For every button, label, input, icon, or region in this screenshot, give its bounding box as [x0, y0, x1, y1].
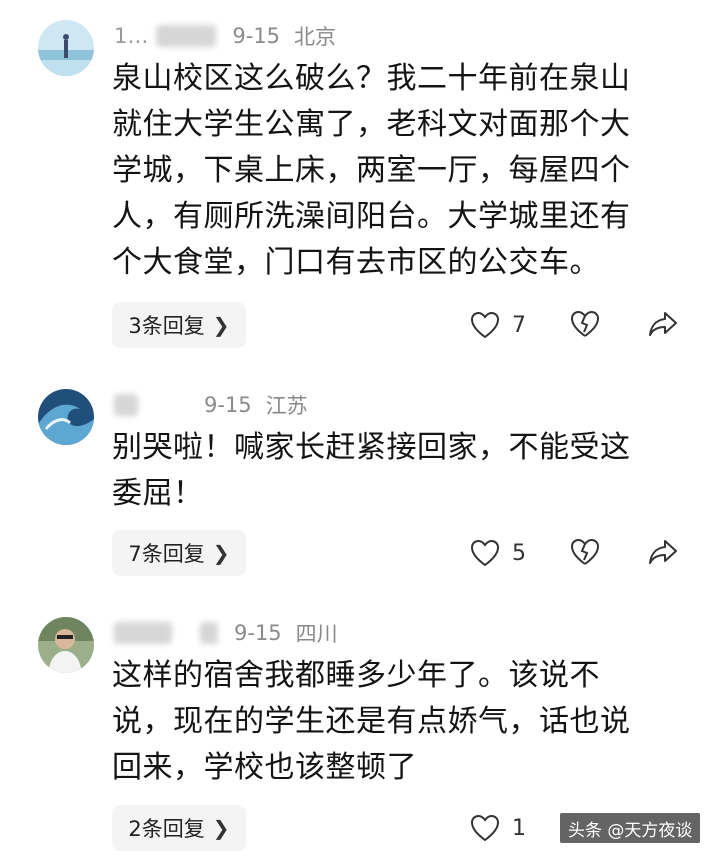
watermark: 头条 @天方夜谈: [560, 813, 701, 843]
chevron-right-icon: ❯: [212, 541, 230, 565]
avatar[interactable]: [38, 389, 94, 445]
share-arrow-icon: [649, 312, 677, 336]
comment-text: 别哭啦！喊家长赶紧接回家，不能受这 委屈！: [112, 430, 631, 511]
comment-location: 四川: [295, 622, 338, 646]
avatar-beach-image: [38, 20, 94, 76]
like-button[interactable]: 1: [470, 814, 532, 842]
chevron-right-icon: ❯: [212, 816, 230, 840]
like-count: 7: [512, 312, 526, 338]
comment-date: 9-15: [234, 621, 282, 645]
comment-actions: 7: [470, 302, 690, 348]
comment-text: 这样的宿舍我都睡多少年了。该说不 说，现在的学生还是有点娇气，话也说 回来，学校…: [112, 658, 631, 785]
comment-actions: 5: [470, 530, 690, 576]
avatar-person-image: [38, 617, 94, 673]
avatar[interactable]: [38, 20, 94, 76]
username[interactable]: 1…: [114, 24, 148, 48]
replies-label: 7条回复: [128, 542, 205, 566]
comment-date: 9-15: [232, 24, 281, 48]
comment-location: 北京: [294, 25, 337, 49]
view-replies-button[interactable]: 7条回复 ❯: [112, 530, 246, 576]
comment-meta: 9-15 四川: [114, 615, 338, 651]
chevron-right-icon: ❯: [212, 313, 230, 337]
username-blur: [114, 394, 138, 416]
username-blur: [200, 622, 218, 644]
share-button[interactable]: [648, 310, 678, 342]
like-count: 1: [512, 815, 526, 841]
avatar[interactable]: [38, 617, 94, 673]
share-arrow-icon: [649, 540, 677, 564]
like-button[interactable]: 7: [470, 311, 532, 339]
replies-label: 3条回复: [128, 314, 205, 338]
share-button[interactable]: [648, 538, 678, 570]
broken-heart-icon: [570, 310, 600, 337]
heart-icon: [470, 539, 500, 567]
comment-meta: 1… 9-15 北京: [114, 18, 336, 54]
heart-icon: [470, 311, 500, 339]
view-replies-button[interactable]: 3条回复 ❯: [112, 302, 246, 348]
username-blur: [114, 622, 172, 644]
avatar-wave-image: [38, 389, 94, 445]
dislike-button[interactable]: [570, 310, 600, 342]
heart-icon: [470, 814, 500, 842]
dislike-button[interactable]: [570, 538, 600, 570]
comment-location: 江苏: [265, 394, 308, 418]
like-count: 5: [512, 540, 526, 566]
comment-date: 9-15: [204, 393, 252, 417]
replies-label: 2条回复: [128, 817, 205, 841]
like-button[interactable]: 5: [470, 539, 532, 567]
broken-heart-icon: [570, 538, 600, 565]
username-blur: [156, 25, 217, 47]
comment-meta: 9-15 江苏: [114, 387, 308, 423]
comment-text: 泉山校区这么破么？我二十年前在泉山 就住大学生公寓了，老科文对面那个大 学城，下…: [112, 61, 631, 280]
view-replies-button[interactable]: 2条回复 ❯: [112, 805, 246, 851]
